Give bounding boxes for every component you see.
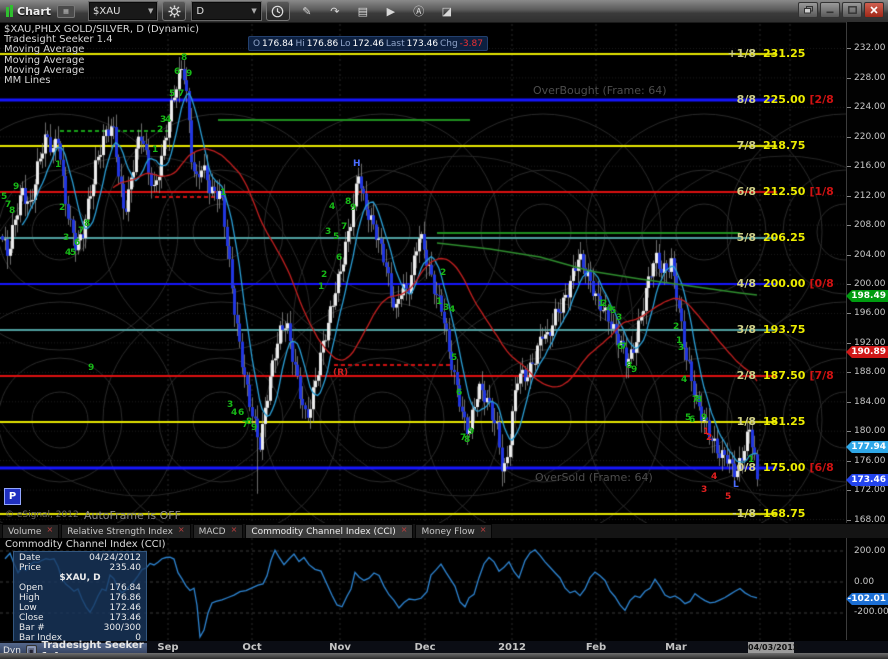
main-chart-canvas[interactable] xyxy=(0,22,888,523)
auto-icon: Ⓐ xyxy=(413,3,424,19)
title-bar: Chart ▦ $XAU ▼ D ▼ ✎ ↷ ▤ ▶ Ⓐ ◪ xyxy=(0,0,888,23)
maximize-button[interactable] xyxy=(842,2,862,18)
pencil-icon: ✎ xyxy=(302,5,311,18)
tab-macd[interactable]: MACD × xyxy=(193,524,244,538)
close-tab-icon[interactable]: × xyxy=(480,525,487,534)
minimize-button[interactable] xyxy=(820,2,840,18)
redo-arrow-button[interactable]: ↷ xyxy=(324,2,346,20)
xaxis-label-2012: 2012 xyxy=(498,642,526,653)
play-button[interactable]: ▶ xyxy=(380,2,402,20)
app-name-label: Tradesight Seeker 1.4 xyxy=(42,640,147,659)
pencil-button[interactable]: ✎ xyxy=(296,2,318,20)
console-icon: ▤ xyxy=(358,5,368,18)
console-button[interactable]: ▤ xyxy=(352,2,374,20)
tab-label: Commodity Channel Index (CCI) xyxy=(251,527,395,537)
tab-money-flow[interactable]: Money Flow × xyxy=(415,524,492,538)
tab-commodity-channel-index-cci[interactable]: Commodity Channel Index (CCI) × xyxy=(245,524,413,538)
tab-volume[interactable]: Volume × xyxy=(2,524,59,538)
indicator-tabs-bar: Volume×Relative Strength Index×MACD×Comm… xyxy=(0,523,888,538)
eraser-icon: ◪ xyxy=(442,5,452,18)
play-icon: ▶ xyxy=(387,5,395,18)
close-tab-icon[interactable]: × xyxy=(401,525,408,534)
tab-label: Relative Strength Index xyxy=(67,527,173,537)
close-button[interactable] xyxy=(864,2,884,18)
tab-label: Volume xyxy=(8,527,41,537)
auto-button[interactable]: Ⓐ xyxy=(408,2,430,20)
clock-icon xyxy=(271,5,284,18)
tab-relative-strength-index[interactable]: Relative Strength Index × xyxy=(61,524,190,538)
xaxis-label-dec: Dec xyxy=(414,642,435,653)
tab-label: MACD xyxy=(199,527,226,537)
eraser-button[interactable]: ◪ xyxy=(436,2,458,20)
redo-arrow-icon: ↷ xyxy=(330,5,339,18)
close-tab-icon[interactable]: × xyxy=(178,525,185,534)
chevron-down-icon[interactable]: ▼ xyxy=(148,7,153,15)
chart-window: Chart ▦ $XAU ▼ D ▼ ✎↷▤▶Ⓐ◪ $XAU,PHLX GOLD… xyxy=(0,0,888,659)
cci-chart-canvas[interactable] xyxy=(0,537,888,640)
window-controls xyxy=(798,2,884,18)
time-settings-button[interactable] xyxy=(266,1,290,21)
close-tab-icon[interactable]: × xyxy=(231,525,238,534)
gear-icon xyxy=(168,5,181,18)
time-axis[interactable] xyxy=(0,641,888,653)
chevron-down-icon[interactable]: ▼ xyxy=(251,7,256,15)
cursor-date-label: 04/03/2012 xyxy=(748,642,794,653)
window-title: Chart xyxy=(17,5,51,18)
restore-window-button[interactable] xyxy=(798,2,818,18)
tab-label: Money Flow xyxy=(421,527,474,537)
xaxis-label-oct: Oct xyxy=(242,642,261,653)
xaxis-label-nov: Nov xyxy=(329,642,351,653)
xaxis-label-sep: Sep xyxy=(157,642,178,653)
app-logo-icon xyxy=(6,5,13,17)
interval-select[interactable]: D ▼ xyxy=(192,2,260,20)
xaxis-label-mar: Mar xyxy=(665,642,687,653)
window-bottom-edge xyxy=(0,653,888,659)
chart-badge-icon: ▦ xyxy=(57,5,75,18)
symbol-settings-button[interactable] xyxy=(162,1,186,21)
lock-icon: ▣ xyxy=(26,645,37,657)
symbol-input[interactable]: $XAU ▼ xyxy=(89,2,157,20)
xaxis-label-feb: Feb xyxy=(586,642,606,653)
close-tab-icon[interactable]: × xyxy=(46,525,53,534)
status-bar: Dyn ▣ Tradesight Seeker 1.4 xyxy=(0,643,147,658)
mode-label: Dyn xyxy=(3,646,21,656)
